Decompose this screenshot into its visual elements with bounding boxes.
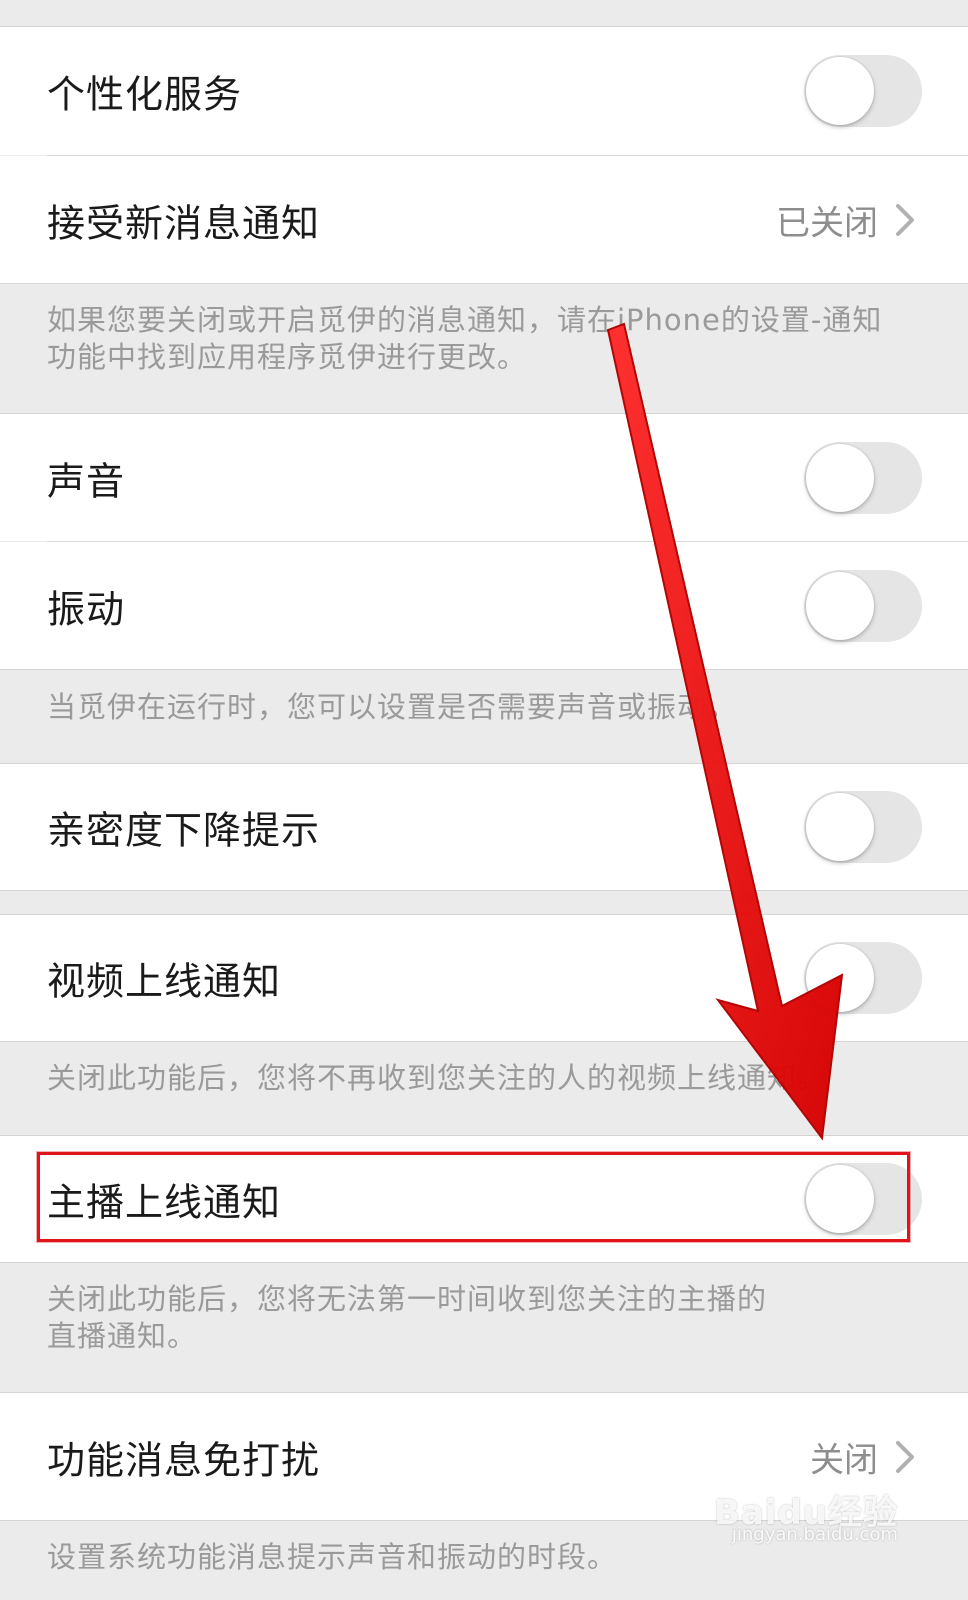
toggle-knob [806,571,874,640]
row-personalized-service[interactable]: 个性化服务 [0,27,968,155]
row-label: 亲密度下降提示 [47,808,321,853]
status-value: 关闭 [810,1440,878,1480]
section-separator [0,669,968,670]
toggle-knob [806,793,874,861]
section-separator [0,1262,968,1263]
chevron-right-icon [896,1440,914,1473]
sound-toggle[interactable] [804,441,922,514]
row-intimacy-drop-alert[interactable]: 亲密度下降提示 [0,764,968,890]
personalized-service-toggle[interactable] [804,55,922,127]
toggle-knob [806,443,874,512]
footnote-line: 关闭此功能后，您将不再收到您关注的人的视频上线通知。 [47,1061,828,1095]
footnote-line: 当觅伊在运行时，您可以设置是否需要声音或振动。 [47,690,738,724]
row-label: 振动 [47,587,126,631]
chevron-right-icon [896,203,914,236]
row-label: 功能消息免打扰 [47,1438,321,1482]
footnote-line: 功能中找到应用程序觅伊进行更改。 [47,340,528,374]
section-separator [0,1041,968,1042]
toggle-knob [806,57,874,125]
footnote-line: 关闭此功能后，您将无法第一时间收到您关注的主播的 [47,1282,768,1316]
intimacy-drop-toggle[interactable] [804,791,922,863]
row-video-online-notification[interactable]: 视频上线通知 [0,915,968,1041]
row-label: 声音 [47,459,126,503]
status-value: 已关闭 [776,203,878,243]
row-label: 个性化服务 [47,72,243,117]
footnote-line: 如果您要关闭或开启觅伊的消息通知，请在iPhone的设置-通知 [47,303,883,337]
row-new-message-notification[interactable]: 接受新消息通知 已关闭 [0,156,968,283]
footnote-line: 设置系统功能消息提示声音和振动的时段。 [47,1540,618,1574]
watermark-url: jingyan.baidu.com [731,1524,898,1545]
row-label: 接受新消息通知 [47,201,321,245]
annotation-highlight-box [37,1152,910,1242]
section-separator [0,890,968,891]
row-sound[interactable]: 声音 [0,414,968,541]
video-online-toggle[interactable] [804,942,922,1014]
vibrate-toggle[interactable] [804,569,922,642]
row-label: 视频上线通知 [47,959,282,1004]
footnote-line: 直播通知。 [47,1319,198,1353]
toggle-knob [806,944,874,1012]
section-separator [0,283,968,284]
row-vibrate[interactable]: 振动 [0,542,968,669]
